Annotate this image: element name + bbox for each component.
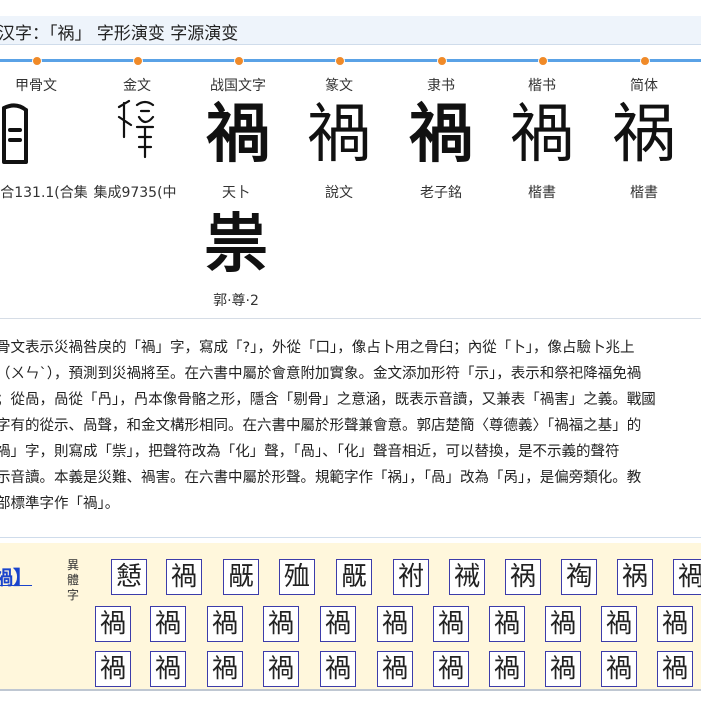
glyph-clerical[interactable]: 禍 — [391, 95, 491, 175]
variant-char-cell[interactable]: 禍 — [545, 606, 581, 642]
source-label: 楷書 — [630, 185, 658, 201]
glyph-guodian[interactable]: 祟 — [186, 205, 286, 285]
description-line: 字有的從示、咼聲，和金文構形相同。在六書中屬於形聲兼會意。郭店楚簡〈尊德義〉「禍… — [0, 418, 642, 434]
description-line: 骨文表示災禍咎戾的「禍」字，寫成「?」，外從「口」，像占卜用之骨臼；內從「卜」，… — [0, 340, 635, 356]
variant-char-cell[interactable]: 禍 — [150, 651, 186, 687]
variant-label-char: 體 — [66, 573, 79, 587]
era-label-clerical: 隶书 — [427, 78, 455, 94]
variant-char-cell[interactable]: 禍 — [320, 651, 356, 687]
variant-section-label: 異 體 字 — [66, 558, 80, 603]
era-label-bronze: 金文 — [123, 78, 151, 94]
variant-char-cell[interactable]: 禍 — [673, 559, 701, 595]
timeline-dot — [538, 56, 548, 66]
variant-char-cell[interactable]: 祹 — [561, 559, 597, 595]
variant-char-cell[interactable]: 懖 — [111, 559, 147, 595]
source-label: 老子銘 — [420, 185, 462, 201]
source-label: 郭·尊·2 — [213, 293, 259, 309]
glyph-simplified[interactable]: 祸 — [594, 95, 694, 175]
glyph-seal[interactable]: 禍 — [289, 95, 389, 175]
source-label: 集成9735(中 — [93, 185, 177, 201]
variant-label-char: 字 — [66, 588, 79, 602]
bottom-border — [0, 689, 701, 691]
era-label-warring-states: 战国文字 — [210, 78, 266, 94]
variant-char-cell[interactable]: 禍 — [207, 606, 243, 642]
era-timeline — [0, 59, 701, 62]
variant-char-cell[interactable]: 祸 — [617, 559, 653, 595]
description-line: ；從咼，咼從「冎」，冎本像骨骼之形，隱含「剔骨」之意涵，既表示音讀，又兼表「禍害… — [0, 392, 656, 408]
era-label-seal: 篆文 — [325, 78, 353, 94]
era-label-regular: 楷书 — [528, 78, 556, 94]
era-label-oracle-bone: 甲骨文 — [15, 78, 57, 94]
variant-label-char: 異 — [66, 558, 79, 572]
variant-char-cell[interactable]: 禍 — [263, 651, 299, 687]
variant-characters-panel: 禍】 異 體 字 懖禍旤殈旤祔祴祸祹祸禍禍禍禍禍禍禍禍禍禍禍禍禍禍禍禍禍禍禍禍禍… — [0, 543, 701, 689]
variant-char-cell[interactable]: 禍 — [657, 606, 693, 642]
variant-char-cell[interactable]: 禍 — [95, 606, 131, 642]
variant-char-cell[interactable]: 祔 — [393, 559, 429, 595]
variant-char-cell[interactable]: 祸 — [505, 559, 541, 595]
variant-entry-link[interactable]: 禍】 — [0, 563, 32, 590]
source-label: 說文 — [325, 185, 353, 201]
variant-char-cell[interactable]: 禍 — [545, 651, 581, 687]
variant-char-cell[interactable]: 禍 — [150, 606, 186, 642]
timeline-dot — [32, 56, 42, 66]
variant-char-cell[interactable]: 禍 — [95, 651, 131, 687]
section-title-bar: 汉字：「祸」 字形演变 字源演变 — [0, 16, 701, 45]
glyph-warring-states[interactable]: 禍 — [188, 95, 288, 175]
timeline-dot — [640, 56, 650, 66]
description-line: （ㄨㄣˋ），預測到災禍將至。在六書中屬於會意附加實象。金文添加形符「示」，表示和… — [0, 366, 642, 382]
variant-char-cell[interactable]: 禍 — [377, 606, 413, 642]
variant-char-cell[interactable]: 殈 — [279, 559, 315, 595]
timeline-dot — [335, 56, 345, 66]
divider — [0, 537, 701, 538]
variant-char-cell[interactable]: 禍 — [433, 606, 469, 642]
variant-char-cell[interactable]: 禍 — [166, 559, 202, 595]
description-line: 部標準字作「禍」。 — [0, 496, 120, 512]
variant-char-cell[interactable]: 禍 — [207, 651, 243, 687]
section-title: 汉字：「祸」 字形演变 字源演变 — [0, 24, 239, 44]
glyph-oracle-bone[interactable] — [0, 95, 66, 175]
glyph-evolution-page: 汉字：「祸」 字形演变 字源演变 甲骨文 金文 战国文字 篆文 隶书 楷书 简体… — [0, 0, 701, 701]
variant-char-cell[interactable]: 禍 — [377, 651, 413, 687]
description-line: 禍」字，則寫成「祡」，把聲符改為「化」聲，「咼」、「化」聲音相近，可以替換，是不… — [0, 444, 620, 460]
variant-char-cell[interactable]: 祴 — [449, 559, 485, 595]
timeline-dot — [234, 56, 244, 66]
variant-char-cell[interactable]: 旤 — [336, 559, 372, 595]
oracle-bone-glyph-icon — [2, 103, 28, 164]
variant-char-cell[interactable]: 禍 — [601, 651, 637, 687]
era-label-simplified: 简体 — [630, 78, 658, 94]
source-label: 合131.1(合集 — [0, 185, 88, 201]
timeline-dot — [133, 56, 143, 66]
etymology-description: 骨文表示災禍咎戾的「禍」字，寫成「?」，外從「口」，像占卜用之骨臼；內從「卜」，… — [0, 335, 701, 517]
timeline-dot — [437, 56, 447, 66]
source-label: 天卜 — [222, 185, 250, 201]
variant-char-cell[interactable]: 禍 — [489, 651, 525, 687]
bronze-glyph-icon — [117, 99, 155, 159]
variant-char-cell[interactable]: 禍 — [489, 606, 525, 642]
variant-char-cell[interactable]: 禍 — [657, 651, 693, 687]
glyph-regular[interactable]: 禍 — [492, 95, 592, 175]
divider — [0, 318, 701, 319]
variant-char-cell[interactable]: 禍 — [433, 651, 469, 687]
variant-char-cell[interactable]: 禍 — [263, 606, 299, 642]
description-line: 示音讀。本義是災難、禍害。在六書中屬於形聲。規範字作「祸」，「咼」改為「呙」，是… — [0, 470, 642, 486]
variant-char-cell[interactable]: 禍 — [601, 606, 637, 642]
variant-char-cell[interactable]: 禍 — [320, 606, 356, 642]
glyph-bronze[interactable] — [87, 95, 187, 175]
variant-char-cell[interactable]: 旤 — [223, 559, 259, 595]
source-label: 楷書 — [528, 185, 556, 201]
